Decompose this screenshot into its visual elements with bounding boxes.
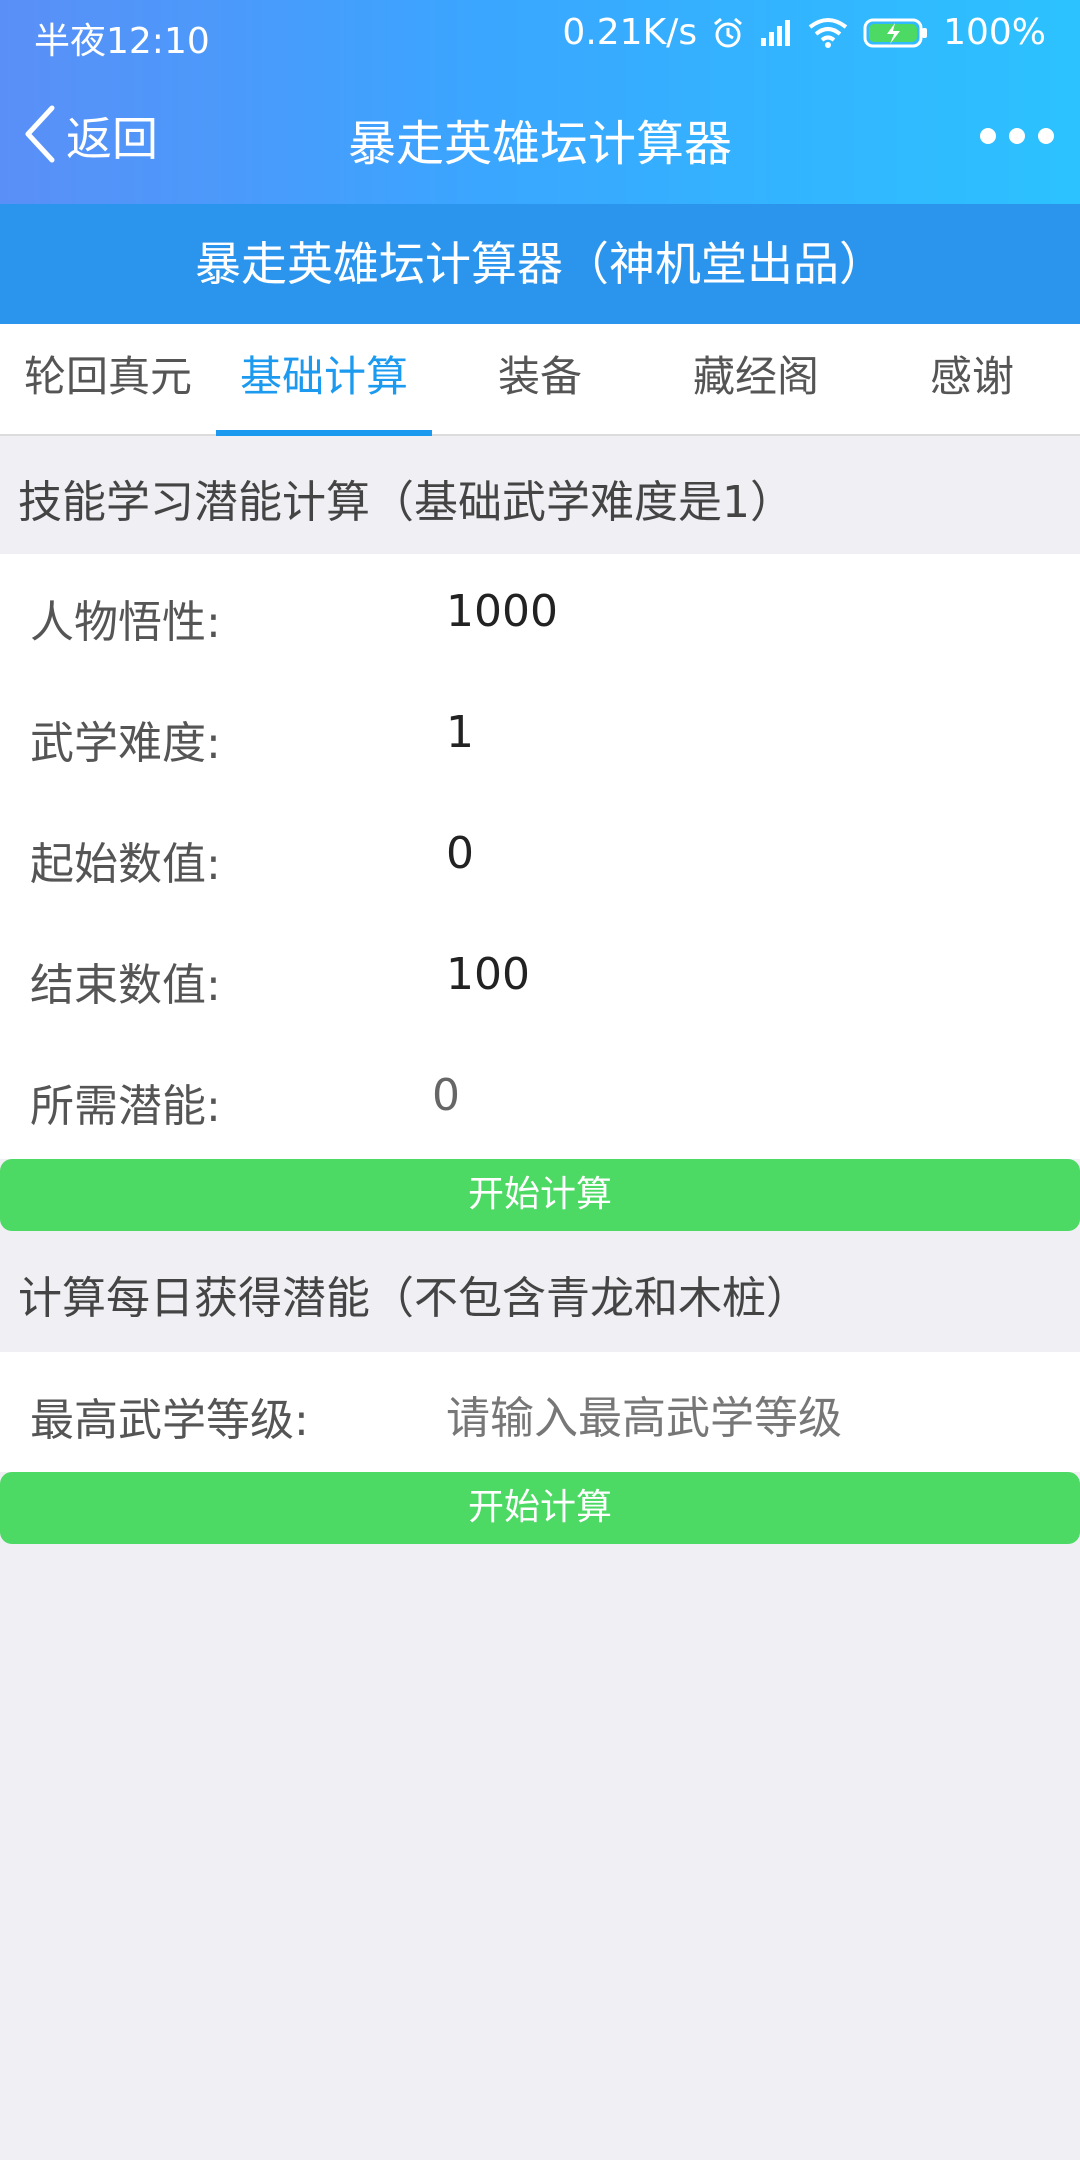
- tab-basic-calc[interactable]: 基础计算: [216, 324, 432, 436]
- start-value-input[interactable]: 0: [446, 828, 474, 879]
- field-row: 武学难度: 1: [0, 675, 1080, 796]
- tab-equipment[interactable]: 装备: [432, 324, 648, 434]
- calculate-button[interactable]: 开始计算: [0, 1159, 1080, 1231]
- alarm-icon: [711, 16, 745, 50]
- net-speed: 0.21K/s: [562, 12, 698, 53]
- app-banner: 暴走英雄坛计算器（神机堂出品）: [0, 204, 1080, 324]
- section-title-daily-potential: 计算每日获得潜能（不包含青龙和木桩）: [18, 1273, 810, 1324]
- tab-thanks[interactable]: 感谢: [864, 324, 1080, 434]
- field-label: 人物悟性:: [30, 597, 221, 648]
- field-row: 最高武学等级: 请输入最高武学等级: [0, 1352, 1080, 1473]
- calculate-daily-button[interactable]: 开始计算: [0, 1472, 1080, 1544]
- field-label: 结束数值:: [30, 960, 221, 1011]
- skill-potential-form: 人物悟性: 1000 武学难度: 1 起始数值: 0 结束数值: 100 所需潜…: [0, 554, 1080, 1159]
- field-label: 武学难度:: [30, 718, 221, 769]
- top-header: 半夜12:10 0.21K/s 100% 返回 暴走英雄坛计算器: [0, 0, 1080, 204]
- signal-icon: [759, 18, 793, 48]
- field-row: 起始数值: 0: [0, 796, 1080, 917]
- battery-icon: [863, 17, 929, 49]
- field-label: 起始数值:: [30, 839, 221, 890]
- field-label: 所需潜能:: [30, 1081, 221, 1132]
- page-title: 暴走英雄坛计算器: [347, 116, 732, 172]
- max-skill-level-input[interactable]: 请输入最高武学等级: [446, 1382, 842, 1446]
- difficulty-input[interactable]: 1: [446, 707, 474, 758]
- daily-potential-form: 最高武学等级: 请输入最高武学等级: [0, 1352, 1080, 1472]
- status-icons: 0.21K/s 100%: [562, 12, 1046, 53]
- section-title-skill-potential: 技能学习潜能计算（基础武学难度是1）: [18, 477, 794, 528]
- tab-lunhui-zhenyuan[interactable]: 轮回真元: [0, 324, 216, 434]
- nav-bar: 返回 暴走英雄坛计算器: [0, 68, 1080, 204]
- app-screen: 半夜12:10 0.21K/s 100% 返回 暴走英雄坛计算器 暴走英雄坛计算…: [0, 0, 1080, 2160]
- battery-level: 100%: [943, 12, 1046, 53]
- field-row: 结束数值: 100: [0, 917, 1080, 1038]
- field-row: 人物悟性: 1000: [0, 554, 1080, 675]
- tab-library[interactable]: 藏经阁: [648, 324, 864, 434]
- field-row: 所需潜能: 0: [0, 1038, 1080, 1159]
- field-label: 最高武学等级:: [30, 1395, 309, 1446]
- required-potential-result: 0: [432, 1070, 460, 1121]
- comprehension-input[interactable]: 1000: [446, 586, 558, 637]
- tab-bar: 轮回真元 基础计算 装备 藏经阁 感谢: [0, 324, 1080, 436]
- more-dots-icon[interactable]: [980, 118, 1054, 154]
- wifi-icon: [807, 17, 849, 49]
- status-time: 半夜12:10: [34, 21, 210, 62]
- status-bar: 半夜12:10 0.21K/s 100%: [0, 0, 1080, 68]
- end-value-input[interactable]: 100: [446, 949, 530, 1000]
